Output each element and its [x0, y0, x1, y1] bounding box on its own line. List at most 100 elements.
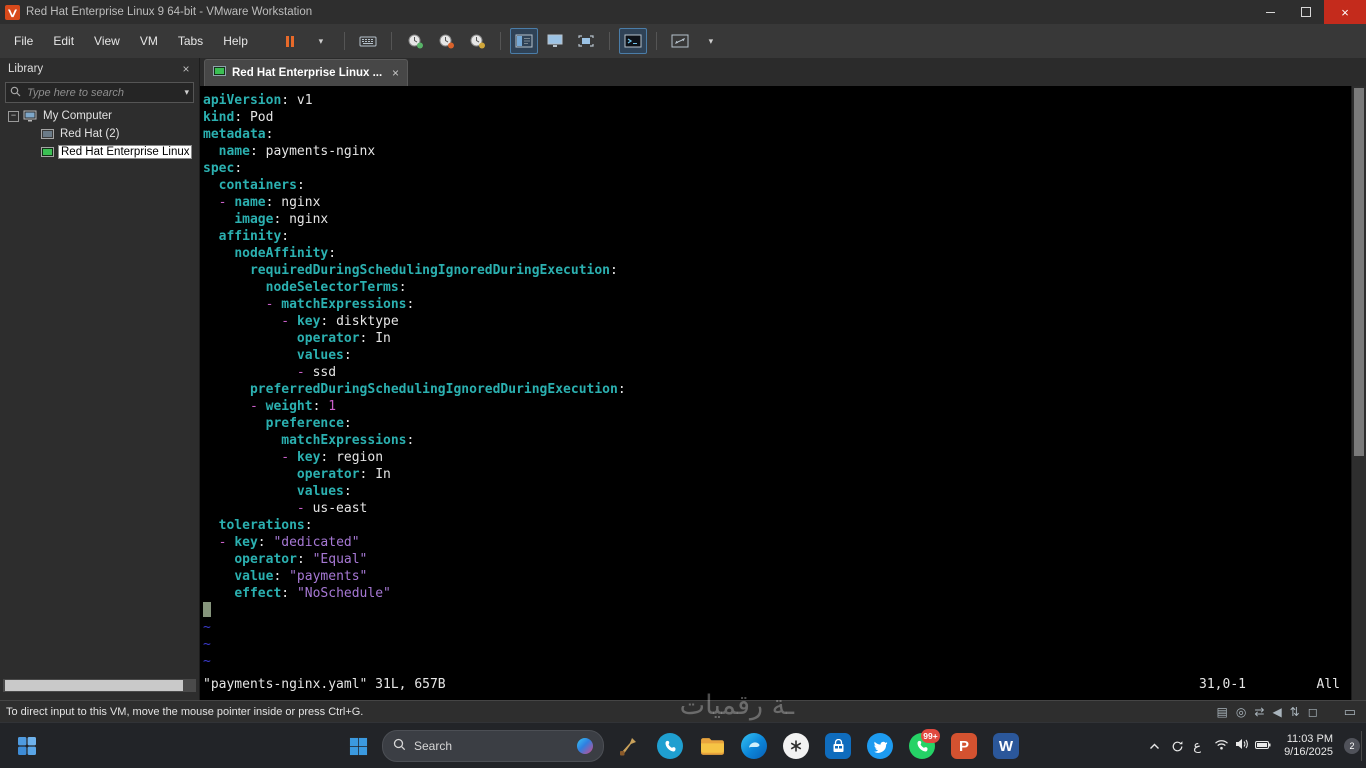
- phone-link-icon[interactable]: [652, 728, 688, 764]
- display-icon[interactable]: ◻: [1308, 706, 1318, 718]
- chatgpt-icon[interactable]: [778, 728, 814, 764]
- vim-line: - us-east: [296, 501, 368, 516]
- menu-vm[interactable]: VM: [130, 24, 168, 58]
- tab-red-hat-enterprise-linux[interactable]: Red Hat Enterprise Linux ... ×: [204, 59, 408, 86]
- toolbar: ▾ ▾: [276, 28, 725, 54]
- toolbar-separator: [608, 32, 610, 50]
- vmware-logo-icon: [5, 4, 20, 20]
- revert-snapshot-button[interactable]: [432, 28, 460, 54]
- vim-buffer[interactable]: apiVersion: v1 kind: Pod metadata: name: p…: [200, 86, 1366, 700]
- search-dropdown-icon[interactable]: ▾: [184, 88, 189, 97]
- menu-tabs[interactable]: Tabs: [168, 24, 213, 58]
- tree-item-label: Red Hat (2): [60, 128, 120, 140]
- search-icon: [393, 738, 406, 754]
- manage-snapshots-button[interactable]: [463, 28, 491, 54]
- show-library-button[interactable]: [509, 28, 538, 54]
- taskbar-clock[interactable]: 11:03 PM 9/16/2025: [1284, 733, 1333, 759]
- vim-status-line: "payments-nginx.yaml" 31L, 657B 31,0-1 A…: [203, 677, 1350, 694]
- cd-dvd-icon[interactable]: ◎: [1236, 706, 1246, 718]
- input-hint-text: To direct input to this VM, move the mou…: [6, 706, 364, 718]
- whatsapp-icon[interactable]: 99+: [904, 728, 940, 764]
- system-tray: ع 11:03 PM 9/16/2025 2: [1147, 723, 1360, 768]
- library-search-box[interactable]: ▾: [5, 82, 194, 103]
- sync-icon[interactable]: [1170, 740, 1184, 753]
- fullscreen-button[interactable]: [666, 28, 694, 54]
- search-highlights-icon[interactable]: [577, 738, 593, 754]
- vim-line: - name: nginx: [218, 195, 321, 210]
- vim-line: - ssd: [296, 365, 337, 380]
- taskbar-search-box[interactable]: Search: [382, 730, 604, 762]
- vim-file-info: "payments-nginx.yaml" 31L, 657B: [203, 677, 446, 692]
- network-volume-battery-group[interactable]: [1210, 733, 1275, 759]
- menu-file[interactable]: File: [4, 24, 43, 58]
- notification-count-badge[interactable]: 2: [1344, 738, 1360, 754]
- network-adapter-icon[interactable]: ⇄: [1254, 706, 1264, 718]
- volume-icon: [1235, 737, 1249, 755]
- vim-line: name: payments-nginx: [218, 144, 376, 159]
- file-explorer-icon[interactable]: [694, 728, 730, 764]
- vm-content-area: Red Hat Enterprise Linux ... × apiVersio…: [200, 58, 1366, 700]
- word-icon[interactable]: W: [988, 728, 1024, 764]
- widgets-icon[interactable]: [12, 731, 42, 761]
- tree-item-red-hat-2[interactable]: Red Hat (2): [0, 125, 199, 143]
- sound-icon[interactable]: ◀: [1272, 706, 1281, 718]
- start-button[interactable]: [340, 728, 376, 764]
- twitter-icon[interactable]: [862, 728, 898, 764]
- library-horizontal-scrollbar[interactable]: [3, 679, 196, 692]
- library-search-input[interactable]: [25, 85, 181, 100]
- tree-item-my-computer[interactable]: − My Computer: [0, 107, 199, 125]
- vim-line: - weight: 1: [249, 399, 337, 414]
- send-ctrl-alt-del-button[interactable]: [354, 28, 382, 54]
- vim-line: operator: In: [296, 467, 391, 482]
- vim-line: matchExpressions:: [281, 433, 415, 448]
- scrollbar-thumb[interactable]: [1354, 88, 1364, 457]
- show-desktop-button[interactable]: [1361, 731, 1366, 761]
- vm-screen[interactable]: apiVersion: v1 kind: Pod metadata: name: p…: [200, 86, 1366, 700]
- menu-view[interactable]: View: [84, 24, 130, 58]
- microsoft-store-icon[interactable]: [820, 728, 856, 764]
- library-tree: − My Computer Red Hat (2) Red Hat Enterpris…: [0, 107, 199, 161]
- menu-bar-items: File Edit View VM Tabs Help: [4, 24, 258, 58]
- power-pause-button[interactable]: [276, 28, 304, 54]
- thumbnail-bar-button[interactable]: [541, 28, 569, 54]
- usb-icon[interactable]: ⇅: [1290, 706, 1300, 718]
- minimize-button[interactable]: [1252, 0, 1288, 24]
- menu-edit[interactable]: Edit: [43, 24, 84, 58]
- maximize-button[interactable]: [1288, 0, 1324, 24]
- power-options-dropdown[interactable]: ▾: [307, 28, 335, 54]
- vim-line: value: "payments": [234, 569, 368, 584]
- windows-taskbar: Search 99+ P W ع 11:03 PM 9/16/2025 2: [0, 722, 1366, 768]
- tab-label: Red Hat Enterprise Linux ...: [232, 67, 383, 79]
- vim-line: operator: "Equal": [234, 552, 368, 567]
- vim-line: - key: disktype: [281, 314, 399, 329]
- menu-help[interactable]: Help: [213, 24, 258, 58]
- battery-icon: [1255, 737, 1271, 755]
- take-snapshot-button[interactable]: [401, 28, 429, 54]
- message-log-icon[interactable]: ▭: [1344, 704, 1356, 720]
- game-launcher-icon[interactable]: [610, 728, 646, 764]
- vim-line: apiVersion: v1: [203, 93, 313, 108]
- close-button[interactable]: ×: [1324, 0, 1366, 24]
- launch-terminal-button[interactable]: [618, 28, 647, 54]
- vm-icon: [41, 128, 54, 140]
- powerpoint-icon[interactable]: P: [946, 728, 982, 764]
- main-area: Library × ▾ − My Computer Red Hat (2) Red H…: [0, 58, 1366, 700]
- hidden-icons-chevron[interactable]: [1147, 743, 1161, 750]
- tree-item-red-hat-enterprise-linux[interactable]: Red Hat Enterprise Linux: [0, 143, 199, 161]
- tree-expander-icon[interactable]: −: [8, 110, 19, 122]
- fullscreen-dropdown[interactable]: ▾: [697, 28, 725, 54]
- vim-cursor-line: [203, 602, 1350, 619]
- library-close-icon[interactable]: ×: [179, 62, 193, 76]
- language-indicator[interactable]: ع: [1193, 739, 1201, 754]
- library-panel: Library × ▾ − My Computer Red Hat (2) Red H…: [0, 58, 200, 700]
- unread-count-badge: 99+: [921, 729, 940, 743]
- vim-line: requiredDuringSchedulingIgnoredDuringExe…: [249, 263, 618, 278]
- scrollbar-thumb[interactable]: [5, 680, 183, 691]
- tab-close-icon[interactable]: ×: [392, 66, 399, 80]
- vm-vertical-scrollbar[interactable]: [1351, 86, 1366, 700]
- hard-disk-icon[interactable]: ▤: [1217, 706, 1228, 718]
- console-view-button[interactable]: [572, 28, 600, 54]
- vim-scroll-position: All: [1316, 677, 1340, 692]
- vm-screen-icon: [213, 64, 226, 82]
- edge-browser-icon[interactable]: [736, 728, 772, 764]
